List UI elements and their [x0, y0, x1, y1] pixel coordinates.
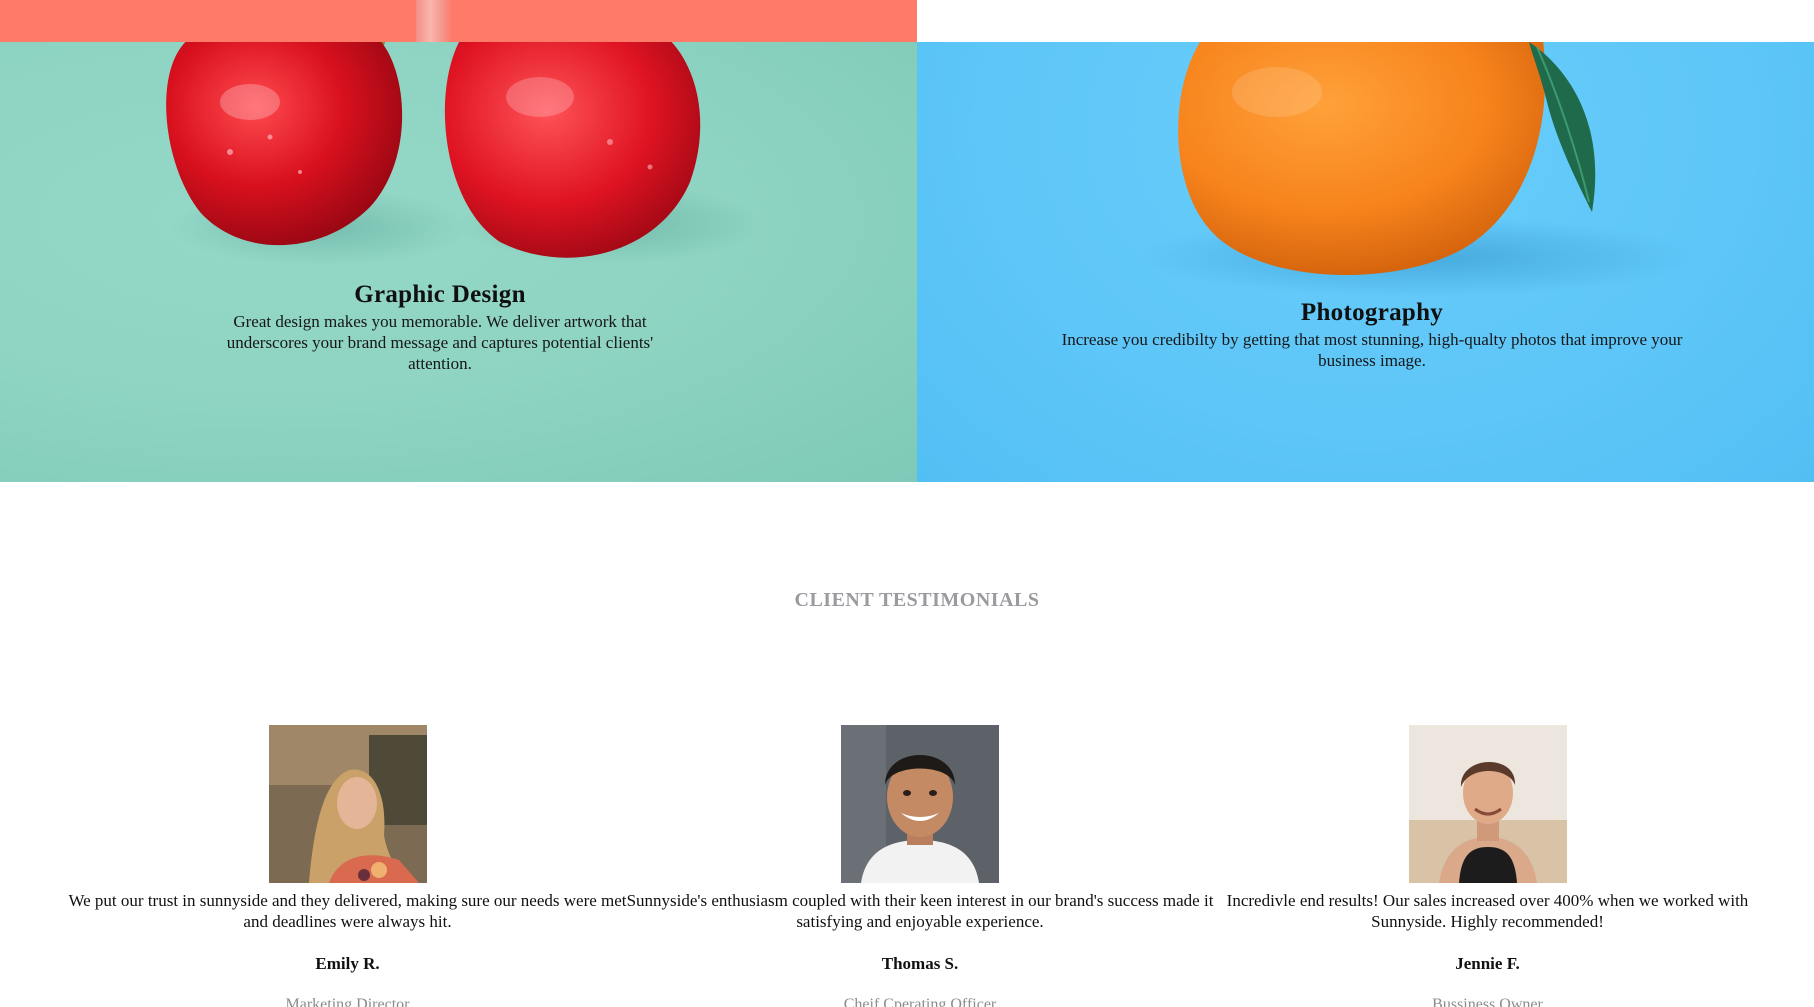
thomas-avatar: [841, 725, 999, 883]
cherries-image: [166, 42, 760, 267]
testimonial-role: Marketing Director: [285, 996, 410, 1007]
page: Graphic Design Great design makes you me…: [0, 0, 1814, 1007]
testimonial-quote: Sunnyside's enthusiasm coupled with thei…: [626, 891, 1214, 931]
pink-stem-graphic: [416, 0, 452, 42]
top-blank-strip: [917, 0, 1814, 42]
emily-avatar: [268, 725, 427, 883]
photography-title: Photography: [1300, 299, 1444, 326]
photography-description: Increase you credibilty by getting that …: [1061, 330, 1683, 370]
testimonial-name: Jennie F.: [1455, 954, 1520, 973]
graphic-design-title: Graphic Design: [354, 281, 526, 308]
testimonial-role: Bussiness Owner: [1432, 996, 1543, 1007]
testimonial-quote: Incredivle end results! Our sales increa…: [1226, 891, 1749, 931]
testimonial-name: Emily R.: [315, 954, 380, 973]
top-image-strip: [0, 0, 917, 42]
testimonial-card: Sunnyside's enthusiasm coupled with thei…: [620, 725, 1220, 1007]
graphic-design-description: Great design makes you memorable. We del…: [226, 312, 654, 373]
photography-panel: Photography Increase you credibilty by g…: [917, 42, 1814, 482]
orange-image: [1137, 42, 1697, 297]
testimonial-card: We put our trust in sunnyside and they d…: [60, 725, 635, 1007]
testimonial-name: Thomas S.: [881, 954, 959, 973]
testimonial-quote: We put our trust in sunnyside and they d…: [68, 891, 627, 931]
testimonial-role: Cheif Cperating Officer: [843, 996, 997, 1007]
testimonials-heading: CLIENT TESTIMONIALS: [794, 589, 1040, 611]
jennie-avatar: [1408, 725, 1567, 883]
graphic-design-panel: Graphic Design Great design makes you me…: [0, 42, 917, 482]
testimonial-card: Incredivle end results! Our sales increa…: [1225, 725, 1750, 1007]
